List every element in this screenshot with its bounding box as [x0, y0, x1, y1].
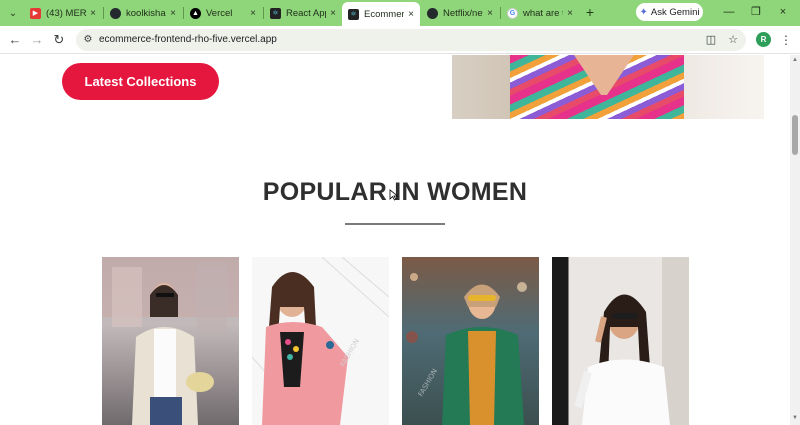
tab-github-netflix[interactable]: Netflix/net ×	[421, 3, 499, 23]
tab-github-koolkisha[interactable]: koolkisha ×	[104, 3, 182, 23]
ask-gemini-label: Ask Gemini	[650, 6, 700, 18]
react-icon: ⚛	[270, 7, 281, 19]
close-icon[interactable]: ×	[170, 8, 176, 19]
product-image-2: FASHION	[252, 257, 389, 425]
scroll-up-icon[interactable]: ▲	[791, 57, 799, 63]
reload-icon[interactable]: ↻	[51, 32, 67, 48]
browser-toolbar: ← → ↻ ⚙ ecommerce-frontend-rho-five.verc…	[0, 26, 800, 54]
page-scrollbar[interactable]: ▲ ▼	[790, 55, 800, 425]
forward-arrow-icon[interactable]: →	[29, 32, 45, 48]
scrollbar-thumb[interactable]	[792, 115, 798, 155]
page-viewport: Latest Collections POPULAR IN WOMEN FASH…	[0, 55, 790, 425]
ask-gemini-button[interactable]: ✦ Ask Gemini	[636, 3, 703, 21]
product-card-1[interactable]	[102, 257, 239, 425]
title-divider	[345, 223, 445, 225]
youtube-icon: ▶	[30, 7, 41, 19]
product-image-4	[574, 257, 689, 425]
mouse-cursor-icon	[389, 189, 399, 201]
github-icon	[427, 7, 438, 19]
google-icon: G	[507, 7, 518, 19]
tab-title: React App	[286, 7, 327, 19]
bookmark-star-icon[interactable]: ☆	[726, 33, 740, 47]
profile-avatar[interactable]: R	[756, 32, 771, 47]
restore-icon[interactable]: ❐	[747, 4, 765, 20]
browser-tab-strip: ⌄ ▶ (43) MERN × koolkisha × ▲ Vercel × ⚛…	[0, 0, 800, 26]
tab-youtube[interactable]: ▶ (43) MERN ×	[24, 3, 102, 23]
tab-search-chevron-icon[interactable]: ⌄	[4, 5, 22, 21]
close-icon[interactable]: ×	[567, 8, 573, 19]
tab-title: (43) MERN	[46, 7, 87, 19]
hero-image	[452, 55, 764, 119]
window-close-icon[interactable]: ×	[774, 4, 792, 20]
product-card-3[interactable]: FASHION	[402, 257, 539, 425]
gemini-sparkle-icon: ✦	[639, 6, 648, 18]
close-icon[interactable]: ×	[487, 8, 493, 19]
react-icon: ⚛	[348, 8, 359, 20]
menu-kebab-icon[interactable]: ⋮	[780, 32, 792, 48]
scroll-down-icon[interactable]: ▼	[791, 415, 799, 421]
close-icon[interactable]: ×	[250, 8, 256, 19]
product-card-2[interactable]: FASHION	[252, 257, 389, 425]
tab-title: Netflix/net	[443, 7, 484, 19]
tab-title: koolkisha	[126, 7, 166, 19]
minimize-icon[interactable]: —	[720, 4, 738, 20]
product-image-3: FASHION	[406, 273, 527, 425]
tab-title: Ecommerce	[364, 8, 405, 20]
product-card-4[interactable]	[552, 257, 689, 425]
close-icon[interactable]: ×	[330, 8, 336, 19]
site-settings-icon[interactable]: ⚙	[81, 33, 95, 47]
tab-react-app[interactable]: ⚛ React App ×	[264, 3, 342, 23]
vercel-icon: ▲	[190, 7, 201, 19]
latest-collections-button[interactable]: Latest Collections	[62, 63, 219, 100]
tab-title: what are t	[523, 7, 564, 19]
tab-vercel[interactable]: ▲ Vercel ×	[184, 3, 262, 23]
watermark-text: FASHION	[417, 367, 439, 398]
tab-title: Vercel	[206, 7, 233, 19]
product-image-1	[102, 257, 239, 425]
close-icon[interactable]: ×	[90, 8, 96, 19]
close-icon[interactable]: ×	[408, 9, 414, 20]
install-app-icon[interactable]: ◫	[704, 33, 718, 47]
tab-ecommerce[interactable]: ⚛ Ecommerce ×	[342, 2, 420, 26]
tab-google-search[interactable]: G what are t ×	[501, 3, 579, 23]
github-icon	[110, 7, 121, 19]
address-bar[interactable]: ⚙ ecommerce-frontend-rho-five.vercel.app…	[76, 29, 746, 51]
url-text[interactable]: ecommerce-frontend-rho-five.vercel.app	[99, 33, 277, 47]
back-arrow-icon[interactable]: ←	[7, 32, 23, 48]
new-tab-plus-icon[interactable]: +	[582, 4, 598, 20]
